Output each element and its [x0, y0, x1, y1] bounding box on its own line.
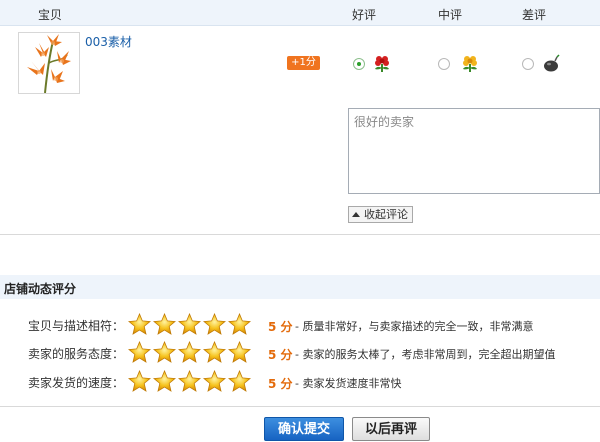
score-badge: +1分: [287, 56, 320, 70]
collapse-triangle-icon: [352, 212, 360, 217]
yellow-flower-icon: [463, 56, 477, 72]
col-item-header: 宝贝: [38, 8, 63, 22]
gold-star-icon[interactable]: [203, 369, 226, 395]
gold-star-icon[interactable]: [153, 369, 176, 395]
gold-star-icon[interactable]: [203, 340, 226, 366]
star-rating[interactable]: [128, 369, 251, 395]
review-table-header: 宝贝 好评 中评 差评: [0, 0, 600, 26]
star-rating[interactable]: [128, 312, 251, 338]
gold-star-icon[interactable]: [128, 369, 151, 395]
gold-star-icon[interactable]: [228, 369, 251, 395]
gold-star-icon[interactable]: [128, 312, 151, 338]
rating-row: 卖家的服务态度： 5 分- 卖家的服务太棒了，考虑非常周到，完全超出期望值: [0, 340, 600, 366]
rating-description: - 质量非常好，与卖家描述的完全一致，非常满意: [295, 320, 534, 333]
item-title-link[interactable]: 003素材: [85, 33, 132, 50]
gold-star-icon[interactable]: [178, 369, 201, 395]
gold-star-icon[interactable]: [228, 312, 251, 338]
gold-star-icon[interactable]: [153, 340, 176, 366]
rating-label: 卖家的服务态度：: [28, 347, 125, 361]
mid-rating-radio[interactable]: [438, 58, 450, 70]
gold-star-icon[interactable]: [153, 312, 176, 338]
good-rating-radio[interactable]: [353, 58, 365, 70]
shop-rating-header: 店铺动态评分: [0, 275, 600, 299]
rating-label: 卖家发货的速度：: [28, 376, 125, 390]
rating-score: 5 分: [268, 348, 293, 362]
gold-star-icon[interactable]: [228, 340, 251, 366]
divider: [0, 234, 600, 235]
gold-star-icon[interactable]: [128, 340, 151, 366]
col-bad-header: 差评: [522, 8, 547, 22]
bomb-icon: [544, 54, 560, 72]
rating-description: - 卖家发货速度非常快: [295, 377, 402, 390]
rating-row: 卖家发货的速度： 5 分- 卖家发货速度非常快: [0, 369, 600, 395]
shop-rating-title: 店铺动态评分: [4, 282, 77, 296]
submit-button[interactable]: 确认提交: [264, 417, 344, 441]
rating-score: 5 分: [268, 320, 293, 334]
gold-star-icon[interactable]: [178, 312, 201, 338]
gold-star-icon[interactable]: [178, 340, 201, 366]
rate-later-button[interactable]: 以后再评: [352, 417, 430, 441]
col-good-header: 好评: [352, 8, 377, 22]
rating-label: 宝贝与描述相符：: [28, 319, 125, 333]
star-rating[interactable]: [128, 340, 251, 366]
rating-score: 5 分: [268, 377, 293, 391]
col-mid-header: 中评: [438, 8, 463, 22]
bad-rating-radio[interactable]: [522, 58, 534, 70]
rating-row: 宝贝与描述相符： 5 分- 质量非常好，与卖家描述的完全一致，非常满意: [0, 312, 600, 338]
gold-star-icon[interactable]: [203, 312, 226, 338]
collapse-comment-label: 收起评论: [364, 208, 408, 221]
item-thumbnail[interactable]: [18, 32, 80, 94]
collapse-comment-button[interactable]: 收起评论: [348, 206, 413, 223]
comment-textarea[interactable]: 很好的卖家: [348, 108, 600, 194]
divider: [0, 406, 600, 407]
rating-description: - 卖家的服务太棒了，考虑非常周到，完全超出期望值: [295, 348, 556, 361]
lily-image: [19, 33, 79, 93]
red-flower-icon: [375, 56, 389, 72]
